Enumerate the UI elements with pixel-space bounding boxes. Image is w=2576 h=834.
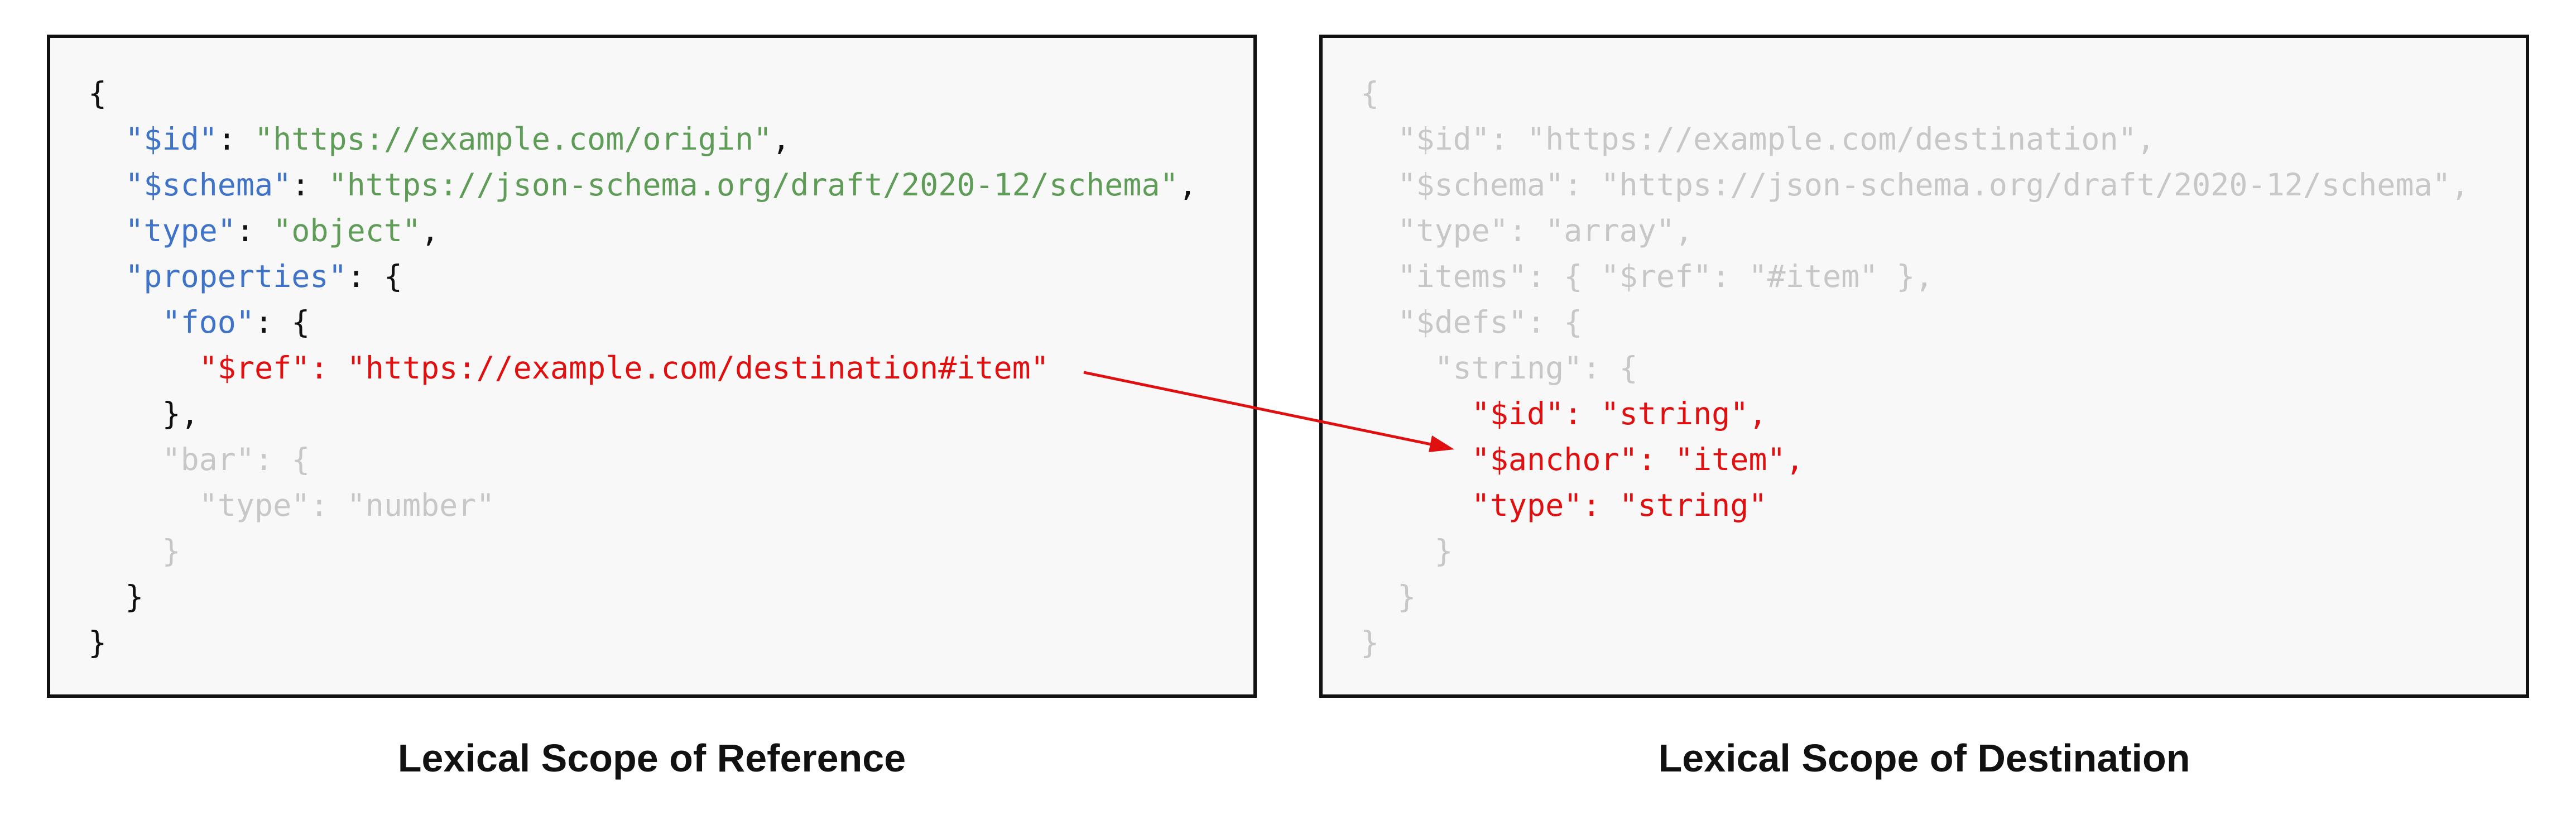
reference-arrowhead [1429, 435, 1454, 452]
reference-arrow-line [1083, 371, 1450, 450]
reference-arrow [1083, 371, 1454, 452]
reference-scope-caption: Lexical Scope of Reference [397, 736, 906, 780]
destination-scope-caption: Lexical Scope of Destination [1658, 736, 2190, 780]
